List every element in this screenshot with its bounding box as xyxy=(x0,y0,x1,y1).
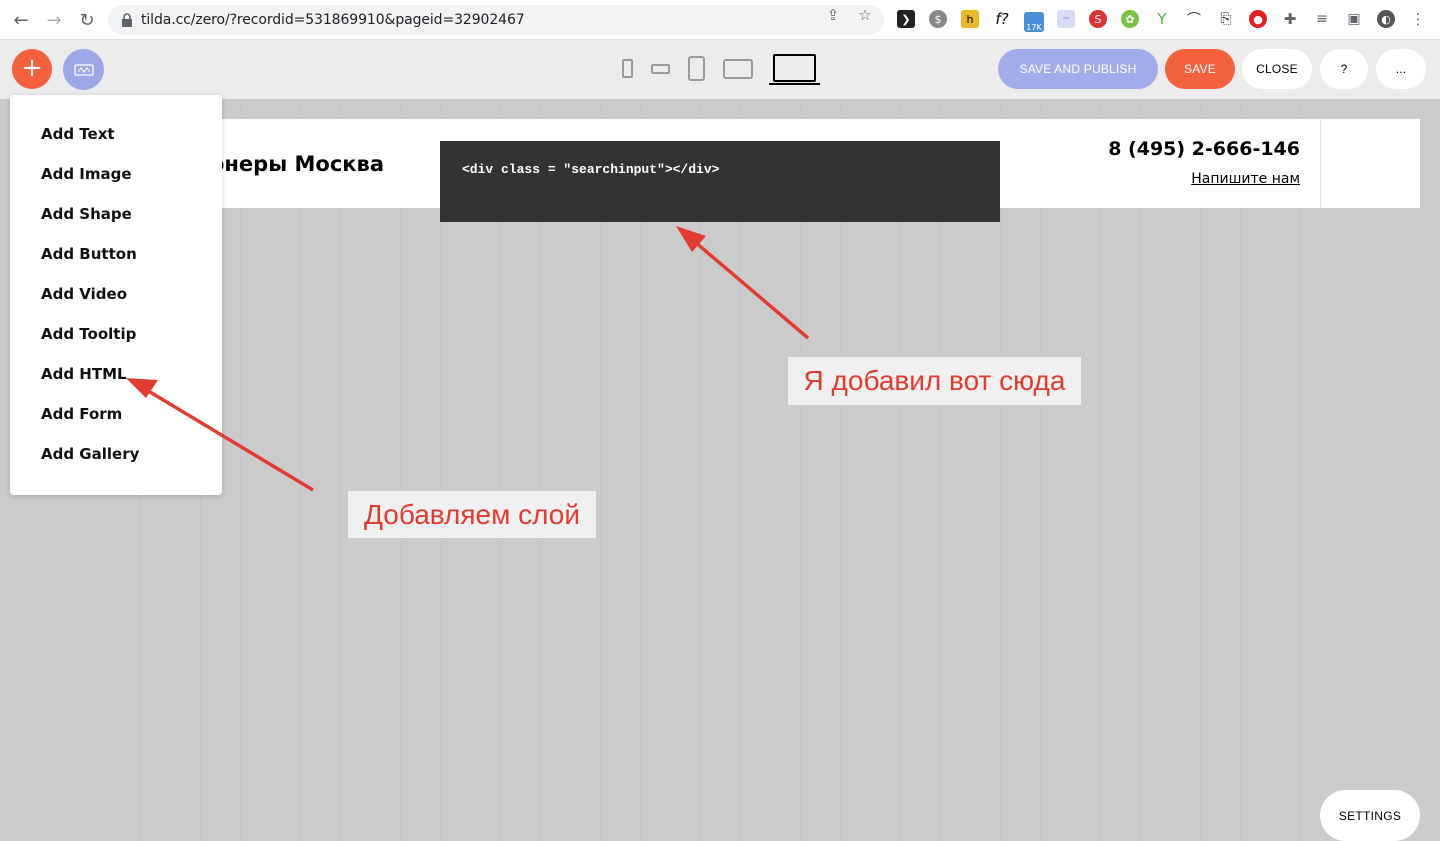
bookmark-star-icon[interactable]: ☆ xyxy=(856,6,874,24)
lock-icon xyxy=(122,13,132,27)
grid-column-line xyxy=(1000,99,1001,841)
menu-add-tooltip[interactable]: Add Tooltip xyxy=(41,325,136,343)
tablet-landscape-view-icon[interactable] xyxy=(723,59,753,79)
annotation-add-layer: Добавляем слой xyxy=(348,491,596,538)
extension-badge: 17K xyxy=(1026,23,1042,32)
extension-record-icon[interactable]: ● xyxy=(1249,10,1267,28)
back-arrow-icon[interactable]: ← xyxy=(9,8,33,32)
mobile-portrait-view-icon[interactable] xyxy=(622,59,633,78)
reload-icon[interactable]: ↻ xyxy=(75,8,99,32)
save-and-publish-button[interactable]: SAVE AND PUBLISH xyxy=(998,49,1158,89)
grid-column-line xyxy=(1200,99,1201,841)
grid-column-line xyxy=(1300,99,1301,841)
mobile-landscape-view-icon[interactable] xyxy=(651,64,670,74)
extension-arrow-icon[interactable]: ❯ xyxy=(897,10,915,28)
close-button[interactable]: CLOSE xyxy=(1242,49,1312,89)
contact-link[interactable]: Напишите нам xyxy=(1191,171,1300,187)
grid-column-line xyxy=(300,99,301,841)
more-button[interactable]: ... xyxy=(1376,49,1426,89)
grid-column-line xyxy=(340,99,341,841)
browser-menu-icon[interactable]: ⋮ xyxy=(1409,10,1427,28)
menu-add-button[interactable]: Add Button xyxy=(41,245,137,263)
desktop-view-icon[interactable] xyxy=(773,54,816,82)
extension-folder-icon[interactable]: h xyxy=(961,10,979,28)
grid-column-line xyxy=(240,99,241,841)
header-block-overflow xyxy=(1320,119,1420,208)
share-icon[interactable]: ⇪ xyxy=(824,6,842,24)
menu-add-text[interactable]: Add Text xyxy=(41,125,115,143)
extension-s-icon[interactable]: S xyxy=(1089,10,1107,28)
profile-avatar[interactable]: ◐ xyxy=(1377,10,1395,28)
url-text: tilda.cc/zero/?recordid=531869910&pageid… xyxy=(141,12,525,28)
tablet-portrait-view-icon[interactable] xyxy=(688,56,705,81)
layers-button[interactable] xyxy=(63,49,104,90)
extension-hat-icon[interactable]: ⌒ xyxy=(1185,10,1203,28)
layers-icon xyxy=(73,63,94,76)
extension-function-icon[interactable]: f? xyxy=(993,10,1011,28)
extension-counter-icon[interactable]: 17K xyxy=(1024,12,1044,32)
settings-button[interactable]: SETTINGS xyxy=(1320,790,1420,841)
desktop-view-base xyxy=(769,83,820,85)
address-bar[interactable]: tilda.cc/zero/?recordid=531869910&pageid… xyxy=(108,5,884,35)
grid-column-line xyxy=(1040,99,1041,841)
help-button[interactable]: ? xyxy=(1320,49,1368,89)
side-panel-icon[interactable]: ▣ xyxy=(1345,10,1363,28)
extension-plant-icon[interactable]: Y xyxy=(1153,10,1171,28)
add-element-button[interactable]: + xyxy=(12,49,52,89)
menu-add-html[interactable]: Add HTML xyxy=(41,365,127,383)
grid-column-line xyxy=(1140,99,1141,841)
forward-arrow-icon[interactable]: → xyxy=(42,8,66,32)
extension-doc-icon[interactable]: ⎘ xyxy=(1217,10,1235,28)
grid-column-line xyxy=(1240,99,1241,841)
arrow-to-html-block xyxy=(676,226,810,340)
menu-add-image[interactable]: Add Image xyxy=(41,165,132,183)
html-code-text: <div class = "searchinput"></div> xyxy=(462,162,720,177)
menu-add-gallery[interactable]: Add Gallery xyxy=(41,445,139,463)
menu-add-shape[interactable]: Add Shape xyxy=(41,205,132,223)
browser-toolbar: ← → ↻ tilda.cc/zero/?recordid=531869910&… xyxy=(0,0,1440,40)
extensions-puzzle-icon[interactable]: ✚ xyxy=(1281,10,1299,28)
html-element[interactable]: <div class = "searchinput"></div> xyxy=(440,141,1000,222)
grid-column-line xyxy=(1100,99,1101,841)
menu-add-video[interactable]: Add Video xyxy=(41,285,127,303)
extension-gear-green-icon[interactable]: ✿ xyxy=(1121,10,1139,28)
media-queue-icon[interactable]: ≡ xyxy=(1313,10,1331,28)
menu-add-form[interactable]: Add Form xyxy=(41,405,122,423)
annotation-added-here: Я добавил вот сюда xyxy=(788,357,1081,405)
save-button[interactable]: SAVE xyxy=(1165,49,1235,89)
extension-coin-icon[interactable]: $ xyxy=(929,10,947,28)
add-element-menu: Add Text Add Image Add Shape Add Button … xyxy=(10,95,222,495)
extension-wave-icon[interactable]: ~ xyxy=(1057,10,1075,28)
grid-column-line xyxy=(400,99,401,841)
phone-number[interactable]: 8 (495) 2-666-146 xyxy=(1108,138,1300,160)
site-title[interactable]: онеры Москва xyxy=(210,152,384,176)
